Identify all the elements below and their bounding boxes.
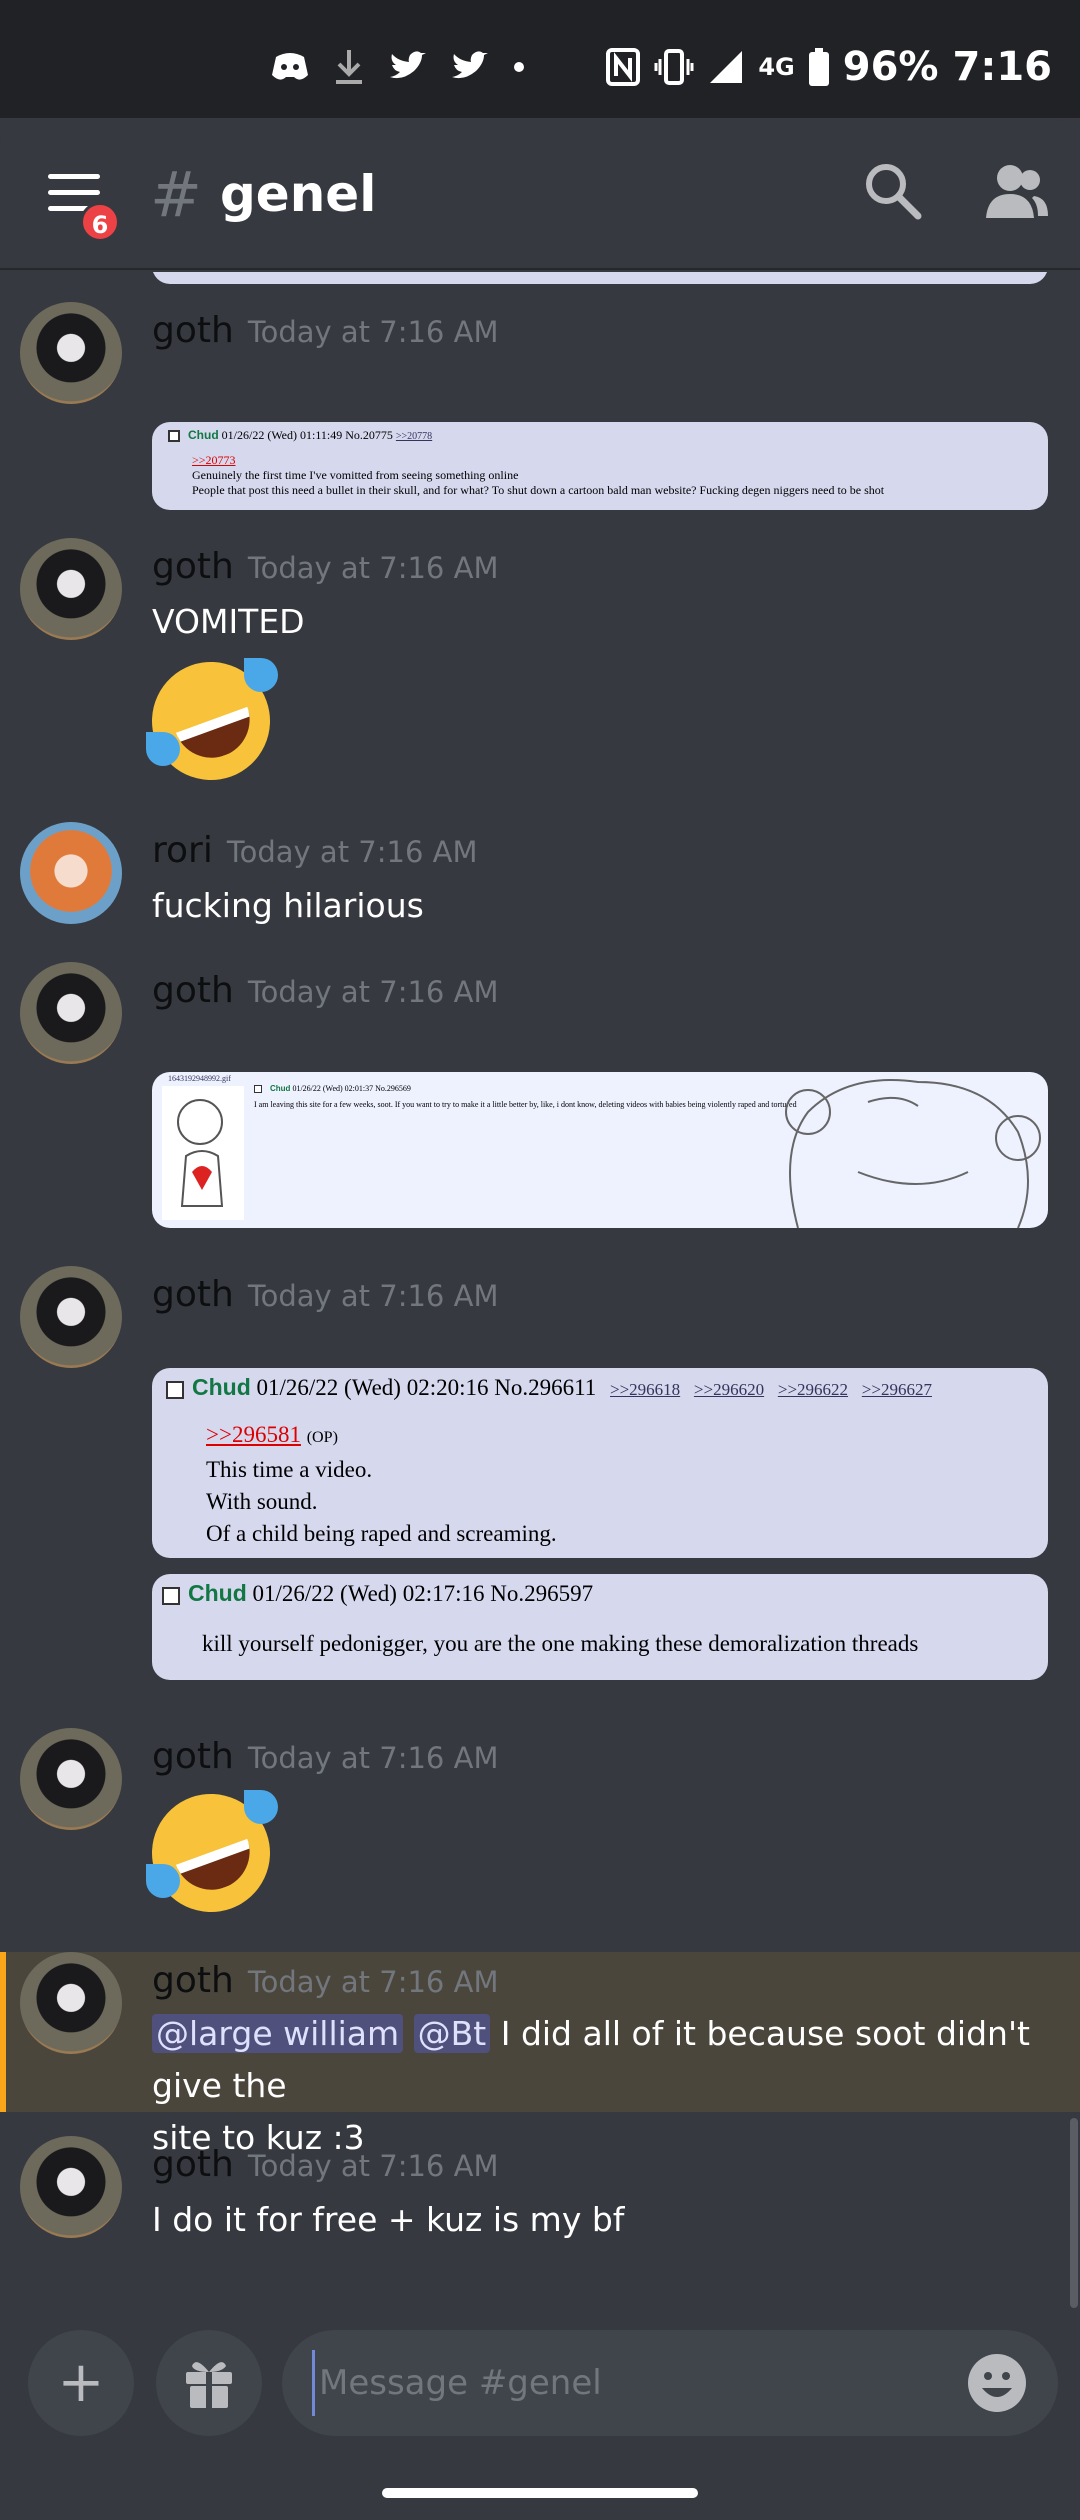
post-header: Chud 01/26/22 (Wed) 02:20:16 No.296611 >…	[166, 1374, 1034, 1401]
rofl-emoji-icon[interactable]	[135, 1777, 287, 1929]
post-body: I am leaving this site for a few weeks, …	[254, 1100, 797, 1109]
twitter-icon	[452, 51, 488, 79]
file-info: 1643192948992.gif	[168, 1074, 231, 1083]
timestamp: Today at 7:16 AM	[247, 551, 499, 585]
avatar[interactable]	[20, 1266, 122, 1368]
channel-header: 6 # genel	[0, 120, 1080, 270]
message-header: goth Today at 7:16 AM	[152, 1736, 498, 1777]
author-name[interactable]: goth	[152, 1960, 234, 2001]
download-icon	[336, 50, 362, 84]
message[interactable]: goth Today at 7:16 AM 1643192948992.gif C…	[0, 962, 1080, 1232]
network-type: 4G	[758, 53, 795, 81]
image-embed[interactable]: Chud 01/26/22 (Wed) 01:11:49 No.20775 >>…	[152, 422, 1048, 510]
system-status: 4G 96% 7:16	[606, 44, 1052, 90]
nfc-icon	[606, 48, 641, 86]
author-name[interactable]: goth	[152, 970, 234, 1011]
previous-embed-edge	[152, 272, 1048, 284]
emoji-button[interactable]	[968, 2354, 1026, 2412]
timestamp: Today at 7:16 AM	[247, 1741, 499, 1775]
timestamp: Today at 7:16 AM	[247, 975, 499, 1009]
message-header: goth Today at 7:16 AM	[152, 1274, 498, 1315]
message-header: goth Today at 7:16 AM	[152, 1960, 498, 2001]
post-body: kill yourself pedonigger, you are the on…	[202, 1631, 919, 1656]
vibrate-icon	[654, 49, 694, 85]
checkbox	[168, 430, 180, 443]
channel-title[interactable]: genel	[220, 165, 376, 223]
user-mention[interactable]: @Bt	[413, 2014, 491, 2053]
dot-icon	[514, 62, 524, 72]
message-header: goth Today at 7:16 AM	[152, 310, 498, 351]
avatar[interactable]	[20, 962, 122, 1064]
message[interactable]: goth Today at 7:16 AM VOMITED	[0, 538, 1080, 798]
signal-icon	[710, 51, 743, 83]
post-body: >>20773 Genuinely the first time I've vo…	[192, 453, 885, 497]
battery-icon	[808, 48, 829, 86]
message-input[interactable]	[312, 2350, 932, 2416]
gift-button[interactable]	[156, 2330, 262, 2436]
add-attachment-button[interactable]: +	[28, 2330, 134, 2436]
avatar[interactable]	[20, 1728, 122, 1830]
message-input-wrapper	[282, 2330, 1058, 2436]
author-name[interactable]: rori	[152, 830, 213, 871]
post-header: Chud 01/26/22 (Wed) 01:11:49 No.20775 >>…	[168, 428, 1032, 443]
message[interactable]: goth Today at 7:16 AM Chud 01/26/22 (Wed)…	[0, 1266, 1080, 1696]
message[interactable]: goth Today at 7:16 AM Chud 01/26/22 (Wed)…	[0, 302, 1080, 532]
hash-icon: #	[150, 158, 202, 231]
monkey-drawing-image	[785, 1079, 1041, 1228]
discord-icon	[272, 53, 308, 80]
author-name[interactable]: goth	[152, 546, 234, 587]
home-indicator[interactable]	[382, 2488, 698, 2498]
author-name[interactable]: goth	[152, 1736, 234, 1777]
rofl-emoji-icon[interactable]	[135, 645, 287, 797]
battery-percent: 96%	[842, 44, 939, 90]
post-header: Chud 01/26/22 (Wed) 02:17:16 No.296597	[162, 1580, 1038, 1607]
image-embed[interactable]: 1643192948992.gif Chud 01/26/22 (Wed) 02…	[152, 1072, 1048, 1228]
image-embed[interactable]: Chud 01/26/22 (Wed) 02:17:16 No.296597 k…	[152, 1574, 1048, 1680]
timestamp: Today at 7:16 AM	[226, 835, 478, 869]
emoji-icon	[982, 2372, 1012, 2397]
post-header: Chud 01/26/22 (Wed) 02:01:37 No.296569	[254, 1084, 411, 1094]
mention-message[interactable]: goth Today at 7:16 AM @large william @Bt …	[0, 1952, 1080, 2157]
message-text: fucking hilarious	[152, 886, 424, 925]
message-header: rori Today at 7:16 AM	[152, 830, 478, 871]
clock: 7:16	[952, 44, 1053, 90]
avatar[interactable]	[20, 302, 122, 404]
system-nav-bar	[0, 2452, 1080, 2520]
message-composer: +	[0, 2320, 1080, 2450]
hamburger-icon	[48, 174, 100, 179]
image-embed[interactable]: Chud 01/26/22 (Wed) 02:20:16 No.296611 >…	[152, 1368, 1048, 1558]
status-bar: 4G 96% 7:16	[0, 0, 1080, 118]
user-mention[interactable]: @large william	[152, 2014, 404, 2053]
message-list[interactable]: goth Today at 7:16 AM Chud 01/26/22 (Wed)…	[0, 272, 1080, 2318]
message-text: VOMITED	[152, 602, 305, 641]
author-name[interactable]: goth	[152, 1274, 234, 1315]
notification-icons	[270, 48, 526, 86]
members-icon[interactable]	[984, 160, 1050, 226]
author-name[interactable]: goth	[152, 2144, 234, 2185]
message[interactable]: goth Today at 7:16 AM	[0, 1728, 1080, 1929]
timestamp: Today at 7:16 AM	[247, 1965, 499, 1999]
avatar[interactable]	[20, 1952, 122, 2054]
timestamp: Today at 7:16 AM	[247, 315, 499, 349]
post-body: >>296581 (OP) This time a video. With so…	[206, 1422, 557, 1546]
timestamp: Today at 7:16 AM	[247, 1279, 499, 1313]
wojak-image	[162, 1086, 244, 1220]
avatar[interactable]	[20, 538, 122, 640]
gift-icon	[186, 2362, 232, 2408]
author-name[interactable]: goth	[152, 310, 234, 351]
message-header: goth Today at 7:16 AM	[152, 2144, 498, 2185]
avatar[interactable]	[20, 2136, 122, 2238]
search-icon[interactable]	[862, 160, 922, 220]
unread-badge: 6	[80, 202, 120, 242]
timestamp: Today at 7:16 AM	[247, 2149, 499, 2183]
message[interactable]: goth Today at 7:16 AM I do it for free + …	[0, 2136, 1080, 2266]
message-header: goth Today at 7:16 AM	[152, 970, 498, 1011]
avatar[interactable]	[20, 822, 122, 924]
message-header: goth Today at 7:16 AM	[152, 546, 498, 587]
twitter-icon	[390, 51, 426, 79]
message-text: I do it for free + kuz is my bf	[152, 2200, 625, 2239]
scrollbar[interactable]	[1070, 2118, 1078, 2308]
message[interactable]: rori Today at 7:16 AM fucking hilarious	[0, 822, 1080, 952]
